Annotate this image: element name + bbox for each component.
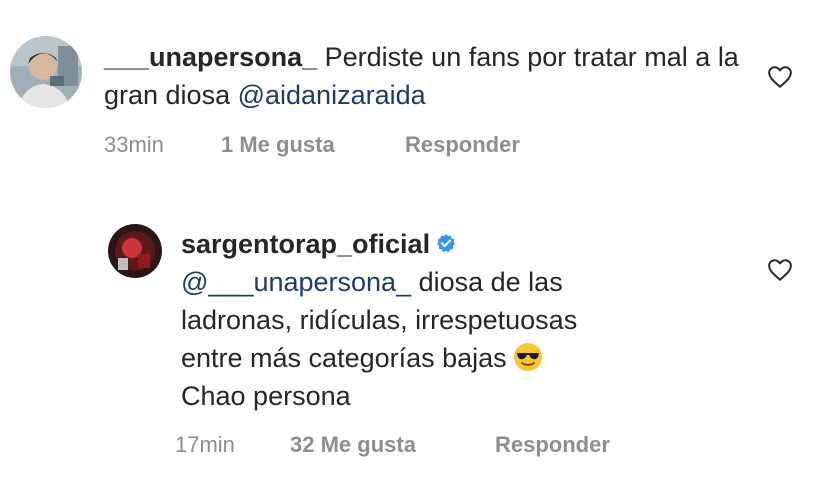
reply-body-line: entre más categorías bajas — [181, 343, 507, 373]
reply-button[interactable]: Responder — [495, 432, 610, 458]
avatar[interactable] — [10, 36, 82, 108]
reply-text: sargentorap_oficial @___unapersona_ dios… — [181, 225, 741, 415]
comment-meta: 33min 1 Me gusta Responder — [104, 132, 604, 160]
verified-badge-icon — [437, 233, 456, 252]
comment-1: ___unapersona_ Perdiste un fans por trat… — [0, 0, 822, 180]
mention-link[interactable]: @aidanizaraida — [238, 80, 426, 110]
reply-line-2: ladronas, ridículas, irrespetuosas — [181, 305, 578, 335]
reply-meta: 17min 32 Me gusta Responder — [175, 432, 675, 460]
likes-count-button[interactable]: 1 Me gusta — [221, 132, 335, 158]
reply-line-1: @___unapersona_ diosa de las — [181, 263, 741, 301]
reply-username[interactable]: sargentorap_oficial — [181, 229, 430, 259]
likes-count-button[interactable]: 32 Me gusta — [290, 432, 416, 458]
comment-2: sargentorap_oficial @___unapersona_ dios… — [0, 200, 822, 503]
sunglasses-emoji — [513, 342, 542, 371]
reply-body-line: diosa de las — [411, 267, 563, 297]
comment-text: ___unapersona_ Perdiste un fans por trat… — [104, 38, 744, 114]
comment-time: 33min — [104, 132, 164, 157]
mention-link[interactable]: @___unapersona_ — [181, 267, 411, 297]
avatar[interactable] — [108, 224, 162, 278]
heart-outline-icon[interactable] — [767, 258, 793, 282]
reply-button[interactable]: Responder — [405, 132, 520, 158]
reply-username-row: sargentorap_oficial — [181, 225, 741, 263]
comment-username[interactable]: ___unapersona_ — [104, 42, 317, 72]
reply-time: 17min — [175, 432, 235, 457]
reply-line-3: entre más categorías bajas — [181, 339, 741, 377]
heart-outline-icon[interactable] — [767, 65, 793, 89]
reply-line-4: Chao persona — [181, 381, 351, 411]
